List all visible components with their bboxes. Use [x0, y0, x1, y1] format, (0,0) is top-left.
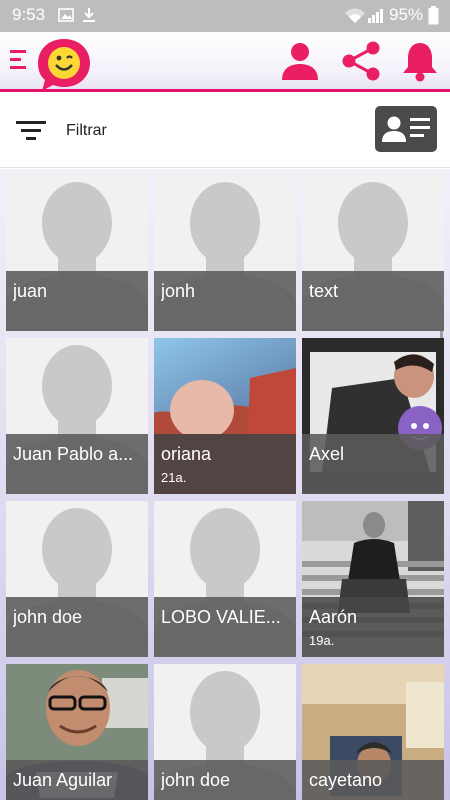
profile-caption: john doe — [6, 597, 148, 657]
profile-card[interactable]: Axel — [302, 338, 444, 494]
profile-card[interactable]: text — [302, 175, 444, 331]
image-notification-icon — [58, 7, 74, 28]
app-bar — [0, 32, 450, 92]
filter-bar: Filtrar — [0, 95, 450, 168]
profile-grid: juan jonh text Juan Pablo a... oriana 21a… — [0, 169, 450, 800]
profile-caption: Aarón 19a. — [302, 597, 444, 657]
filter-icon[interactable] — [16, 120, 46, 147]
card-view-button[interactable] — [375, 106, 437, 152]
download-icon — [82, 7, 96, 28]
profile-caption: jonh — [154, 271, 296, 331]
profile-name: jonh — [161, 281, 196, 301]
profile-caption: LOBO VALIE... — [154, 597, 296, 657]
battery-percent: 95% — [389, 5, 424, 24]
profile-name: text — [309, 281, 339, 301]
wifi-icon — [344, 7, 366, 29]
profile-caption: john doe — [154, 760, 296, 800]
contact-card-icon — [382, 116, 430, 142]
profile-caption: text — [302, 271, 444, 331]
profile-card[interactable]: Juan Aguilar — [6, 664, 148, 800]
profile-name: oriana — [161, 444, 212, 464]
profile-name: juan — [13, 281, 48, 301]
status-time: 9:53 — [12, 5, 46, 24]
profile-icon[interactable] — [279, 40, 321, 87]
profile-name: Juan Aguilar — [13, 770, 113, 790]
profile-caption: Axel — [302, 434, 444, 494]
profile-card[interactable]: Juan Pablo a... — [6, 338, 148, 494]
profile-name: john doe — [161, 770, 231, 790]
profile-name: Axel — [309, 444, 345, 464]
profile-card[interactable]: juan — [6, 175, 148, 331]
profile-name: cayetano — [309, 770, 383, 790]
notifications-icon[interactable] — [400, 40, 440, 87]
profile-name: Aarón — [309, 607, 358, 627]
profile-card[interactable]: LOBO VALIE... — [154, 501, 296, 657]
profile-name: LOBO VALIE... — [161, 607, 281, 627]
profile-card[interactable]: oriana 21a. — [154, 338, 296, 494]
profile-card[interactable]: jonh — [154, 175, 296, 331]
profile-name: Juan Pablo a... — [13, 444, 134, 464]
profile-name: john doe — [13, 607, 83, 627]
profile-card[interactable]: cayetano — [302, 664, 444, 800]
profile-caption: juan — [6, 271, 148, 331]
profile-age: 19a. — [309, 633, 335, 648]
profile-card[interactable]: john doe — [154, 664, 296, 800]
signal-icon — [367, 7, 385, 29]
profile-caption: cayetano — [302, 760, 444, 800]
profile-caption: Juan Aguilar — [6, 760, 148, 800]
profile-age: 21a. — [161, 470, 187, 485]
battery-icon — [428, 6, 439, 30]
share-icon[interactable] — [339, 40, 383, 87]
profile-caption: oriana 21a. — [154, 434, 296, 494]
filter-label[interactable]: Filtrar — [66, 122, 107, 140]
profile-card[interactable]: john doe — [6, 501, 148, 657]
profile-caption: Juan Pablo a... — [6, 434, 148, 494]
app-logo — [36, 36, 92, 92]
status-bar: 9:53 95% — [0, 0, 450, 32]
menu-icon[interactable] — [10, 49, 26, 73]
profile-card[interactable]: Aarón 19a. — [302, 501, 444, 657]
